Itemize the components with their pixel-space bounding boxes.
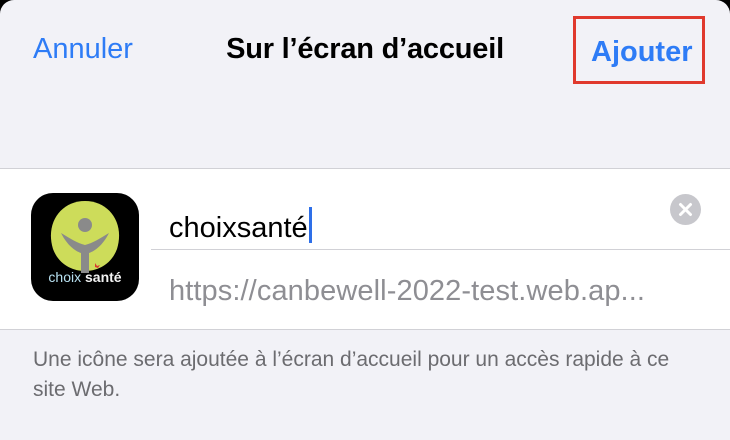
choix-sante-app-icon: choix santé [31,193,139,301]
add-button[interactable]: Ajouter [573,16,705,84]
name-input[interactable]: choixsanté [169,193,709,249]
field-divider [151,249,730,250]
url-field: https://canbewell-2022-test.web.ap... [169,275,646,307]
add-button-label: Ajouter [591,36,693,68]
add-to-home-sheet: Annuler Sur l’écran d’accueil Ajouter ch… [0,0,730,440]
text-caret [308,207,312,243]
name-input-text: choixsanté [169,212,308,244]
footer-note: Une icône sera ajoutée à l’écran d’accue… [33,348,670,401]
navigation-bar: Annuler Sur l’écran d’accueil Ajouter [0,0,730,104]
app-icon-label-part2: santé [85,269,122,285]
app-icon-label: choix santé [31,269,139,285]
name-input-value: choixsanté [169,207,312,245]
clear-x-glyph [679,203,692,216]
clear-circle-icon[interactable] [670,194,701,225]
app-icon-label-part1: choix [48,269,85,285]
shortcut-card: choix santé choixsanté https://canbewell… [0,168,730,330]
